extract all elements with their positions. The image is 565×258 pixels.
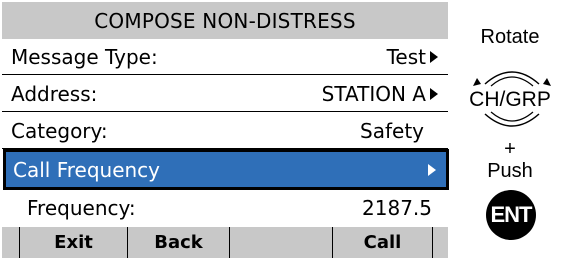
row-value: Safety: [360, 118, 424, 143]
menu-row-address[interactable]: Address: STATION A: [2, 76, 448, 112]
right-arrow-icon: [428, 163, 436, 176]
row-label: Address:: [11, 81, 98, 106]
right-arrow-icon: [430, 50, 438, 63]
row-label: Category:: [11, 118, 108, 143]
rotate-label: Rotate: [480, 26, 540, 48]
frequency-value: 2187.5: [362, 196, 432, 220]
back-softkey[interactable]: Back: [128, 227, 230, 258]
softkey-blank-right: [433, 227, 448, 258]
menu-row-call-frequency[interactable]: Call Frequency: [3, 149, 449, 190]
right-arrow-icon: [430, 87, 438, 100]
knob-label: CH/GRP: [469, 88, 551, 111]
softkey-blank: [230, 227, 333, 258]
row-label: Frequency:: [27, 196, 136, 220]
push-label: Push: [487, 160, 533, 182]
plus-label: +: [504, 138, 516, 160]
control-guide: Rotate CH/GRP + Push ENT: [455, 0, 565, 258]
menu-row-category[interactable]: Category: Safety: [2, 113, 448, 149]
exit-softkey[interactable]: Exit: [20, 227, 128, 258]
menu-row-frequency: Frequency: 2187.5: [2, 190, 448, 226]
row-label: Call Frequency: [13, 157, 161, 182]
menu-row-message-type[interactable]: Message Type: Test: [2, 39, 448, 75]
row-value: Test: [386, 44, 426, 69]
lcd-screen: COMPOSE NON-DISTRESS Message Type: Test …: [0, 0, 455, 258]
screen-title: COMPOSE NON-DISTRESS: [2, 2, 448, 39]
softkey-blank-left: [2, 227, 20, 258]
ent-button[interactable]: ENT: [486, 190, 536, 240]
row-value: STATION A: [321, 81, 426, 106]
call-softkey[interactable]: Call: [333, 227, 433, 258]
row-label: Message Type:: [11, 44, 158, 69]
softkey-bar: Exit Back Call: [2, 227, 448, 258]
